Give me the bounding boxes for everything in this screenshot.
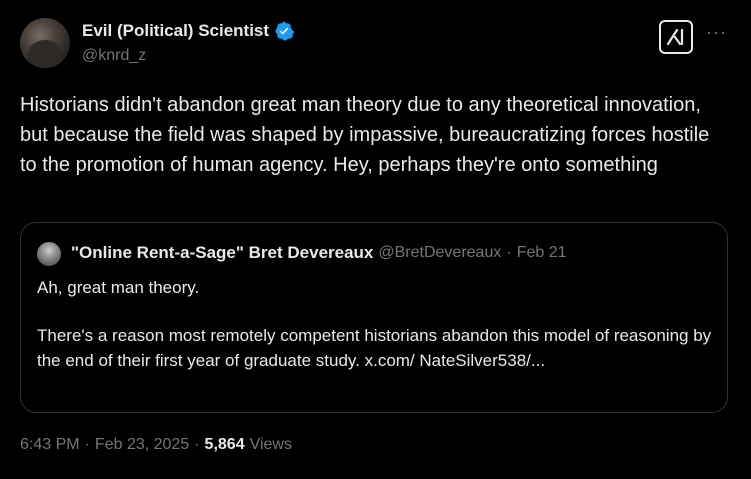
grok-icon bbox=[666, 28, 684, 46]
quoted-display-name: "Online Rent-a-Sage" Bret Devereaux bbox=[71, 243, 374, 262]
author-avatar[interactable] bbox=[20, 18, 70, 68]
author-handle[interactable]: @knrd_z bbox=[82, 47, 146, 65]
quoted-author-avatar bbox=[37, 242, 61, 266]
tweet-date[interactable]: Feb 23, 2025 bbox=[95, 436, 189, 454]
quoted-date: Feb 21 bbox=[516, 244, 567, 261]
quoted-tweet[interactable]: "Online Rent-a-Sage" Bret Devereaux @Bre… bbox=[20, 222, 728, 413]
views-count: 5,864 bbox=[204, 436, 245, 453]
grok-button[interactable] bbox=[659, 20, 693, 54]
tweet-text: Historians didn't abandon great man theo… bbox=[20, 94, 710, 176]
meta-separator: · bbox=[194, 436, 200, 453]
tweet-meta: 6:43 PM · Feb 23, 2025 · 5,864 Views bbox=[20, 436, 292, 454]
author-display-name[interactable]: Evil (Political) Scientist bbox=[82, 21, 269, 41]
meta-separator: · bbox=[84, 436, 90, 453]
quoted-handle: @BretDevereaux bbox=[378, 244, 502, 261]
quoted-header: "Online Rent-a-Sage" Bret Devereaux @Bre… bbox=[71, 243, 567, 263]
views-label: Views bbox=[249, 436, 292, 453]
author-name-row: Evil (Political) Scientist bbox=[82, 21, 295, 41]
verified-badge-icon[interactable] bbox=[274, 21, 295, 41]
tweet-time[interactable]: 6:43 PM bbox=[20, 436, 80, 454]
more-icon[interactable]: ··· bbox=[706, 22, 727, 43]
quoted-separator: · bbox=[506, 244, 512, 261]
quoted-text-body: There's a reason most remotely competent… bbox=[37, 326, 712, 370]
quoted-text-line1: Ah, great man theory. bbox=[37, 278, 200, 297]
